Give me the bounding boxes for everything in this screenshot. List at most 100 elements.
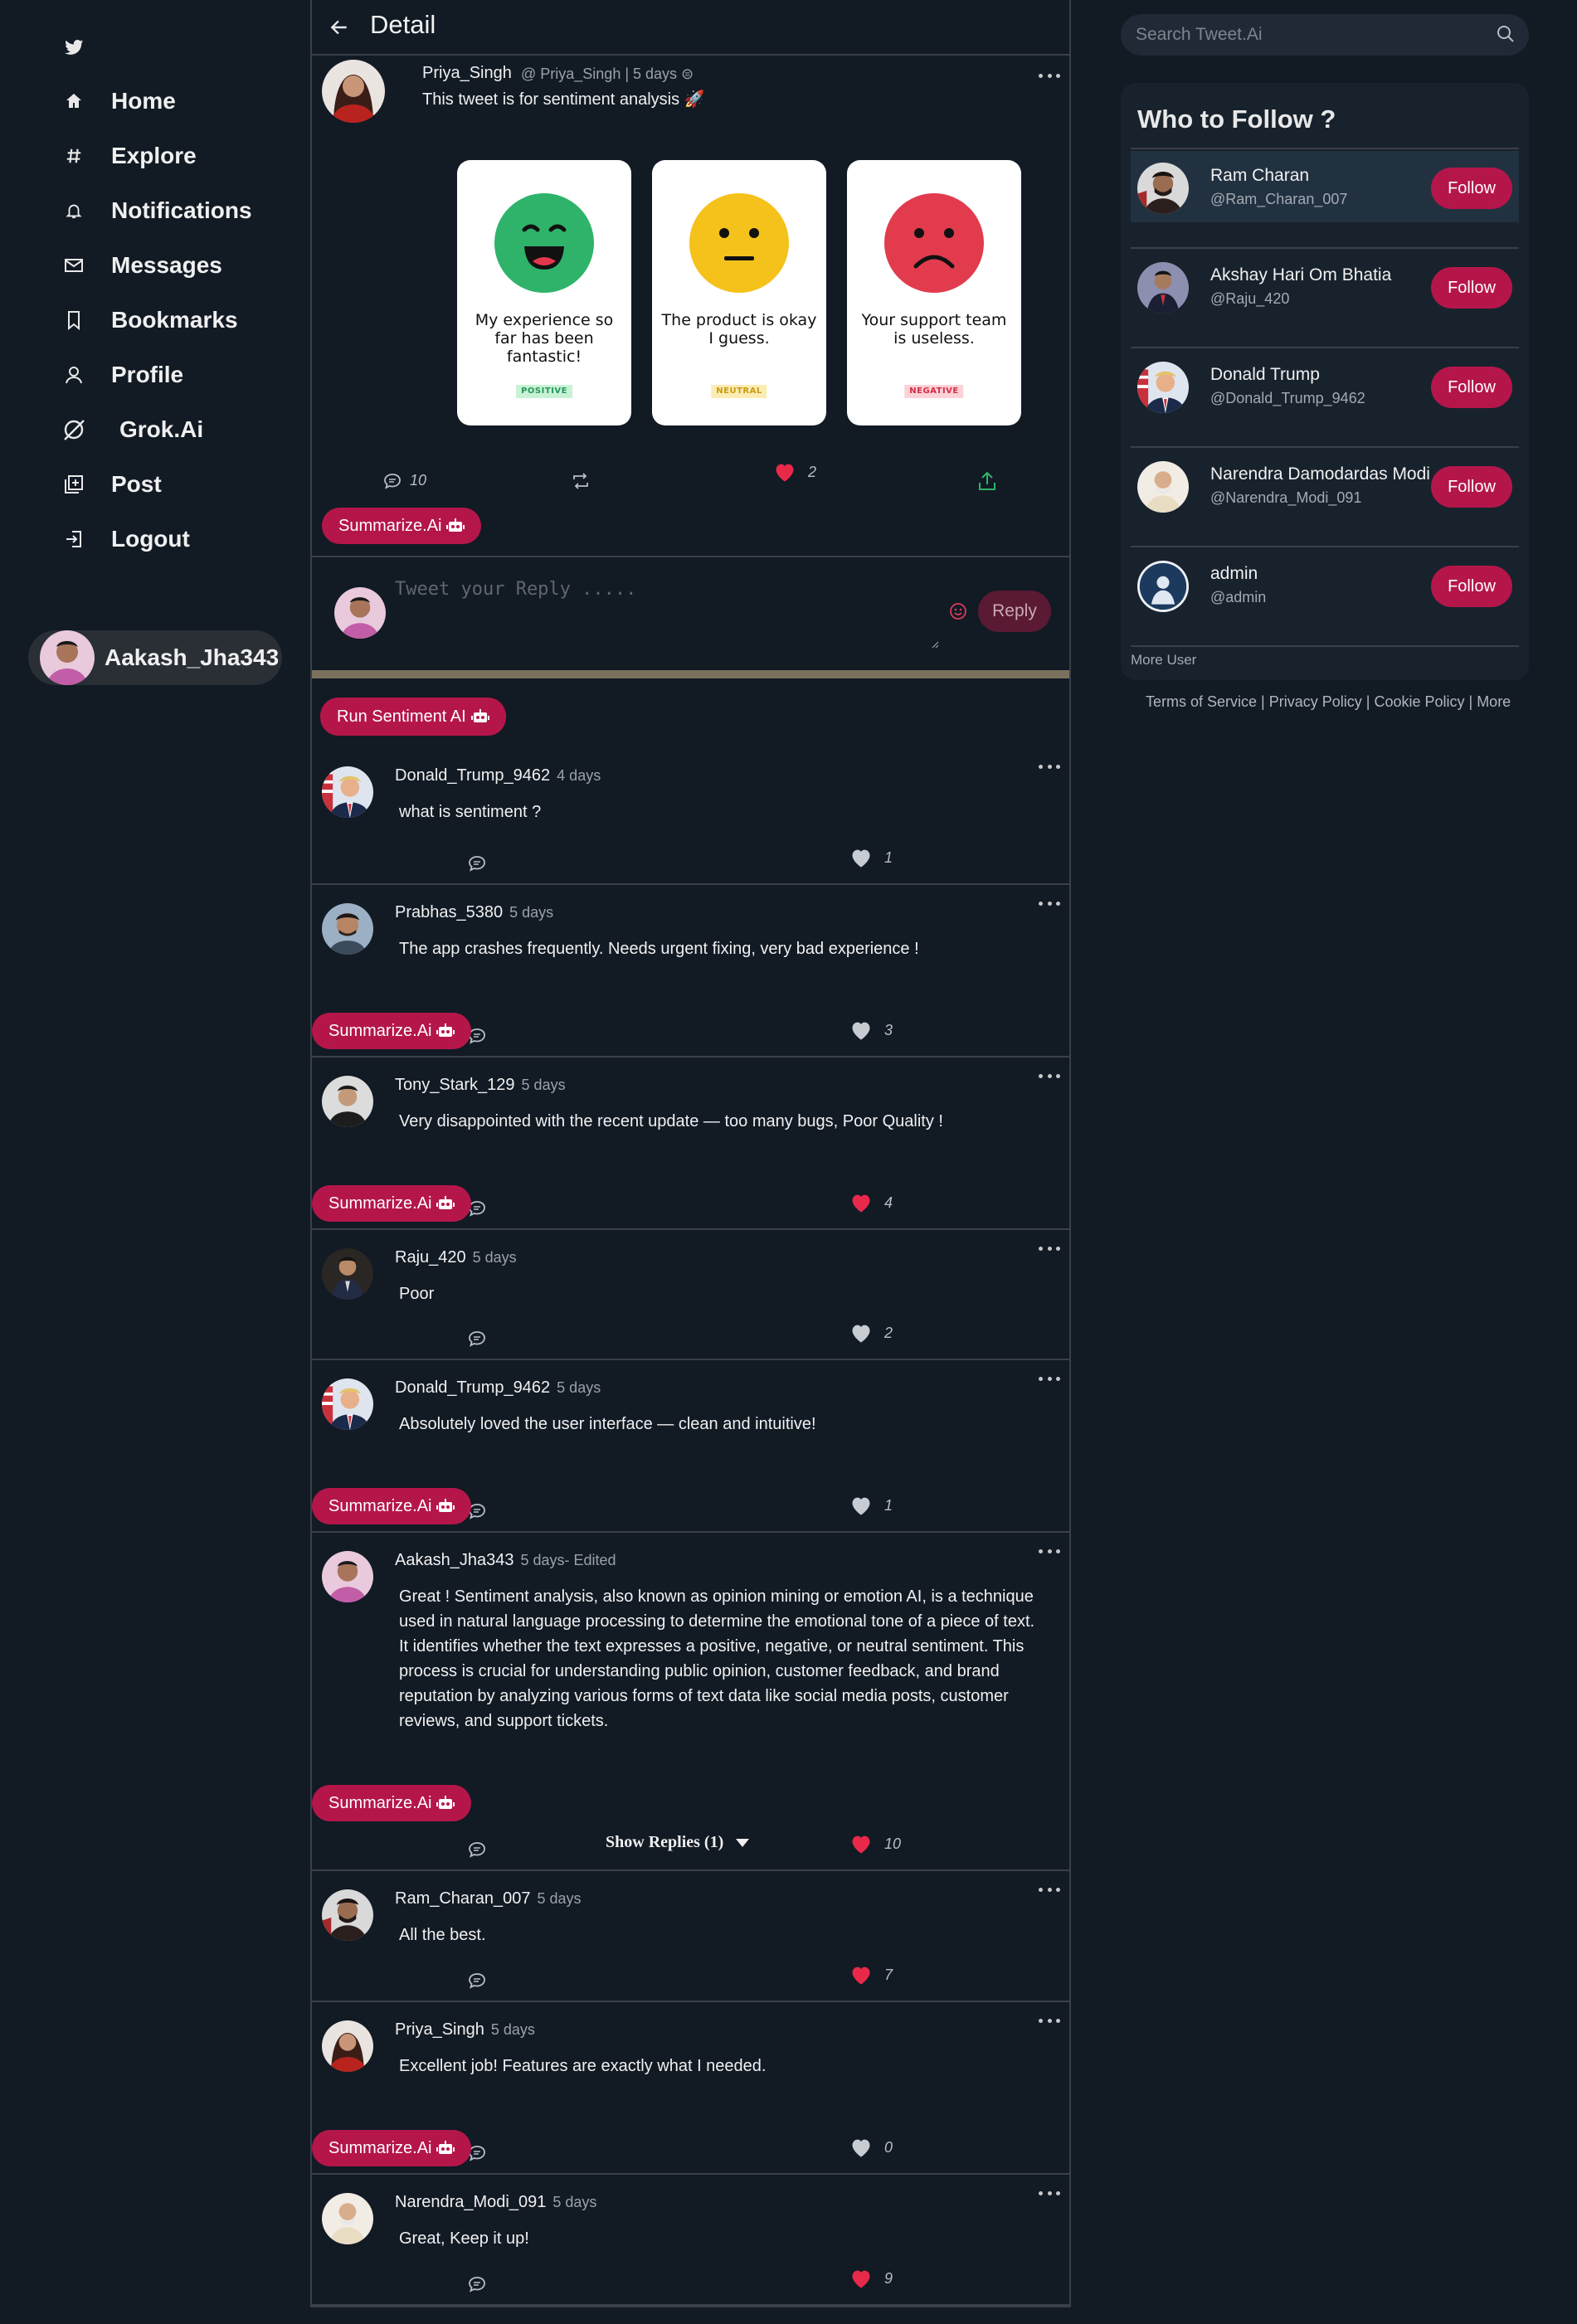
follow-button[interactable]: Follow: [1431, 168, 1512, 209]
share-action[interactable]: [977, 470, 997, 492]
follow-button[interactable]: Follow: [1431, 566, 1512, 607]
comment-author[interactable]: Priya_Singh 5 days: [395, 2020, 535, 2040]
twitter-logo-icon[interactable]: [63, 36, 85, 58]
retweet-action[interactable]: [571, 473, 591, 489]
like-action[interactable]: 2: [849, 1322, 893, 1344]
comment-action[interactable]: 10: [383, 472, 426, 489]
more-options-icon[interactable]: [1039, 2190, 1060, 2196]
follow-button[interactable]: Follow: [1431, 466, 1512, 508]
author-name[interactable]: Priya_Singh: [422, 64, 512, 83]
like-action[interactable]: 10: [849, 1833, 901, 1855]
user-name[interactable]: Akshay Hari Om Bhatia: [1210, 265, 1391, 285]
more-options-icon[interactable]: [1039, 1886, 1060, 1893]
emoji-icon[interactable]: [949, 602, 967, 620]
follow-button[interactable]: Follow: [1431, 267, 1512, 309]
more-options-icon[interactable]: [1039, 1375, 1060, 1382]
like-action[interactable]: 7: [849, 1964, 893, 1986]
terms-link[interactable]: Terms of Service: [1146, 693, 1257, 710]
like-action[interactable]: 2: [773, 461, 816, 483]
avatar[interactable]: [322, 1076, 373, 1127]
reply-button[interactable]: Reply: [978, 591, 1051, 632]
comment-action[interactable]: [468, 2276, 486, 2292]
avatar[interactable]: [322, 903, 373, 955]
nav-home[interactable]: Home: [61, 81, 176, 121]
comment-text: what is sentiment ?: [399, 803, 542, 821]
search-icon[interactable]: [1496, 24, 1516, 44]
avatar[interactable]: [322, 1889, 373, 1941]
user-name[interactable]: Ram Charan: [1210, 166, 1309, 186]
robot-icon: [470, 708, 489, 725]
summarize-ai-button[interactable]: Summarize.Ai: [312, 1185, 472, 1222]
more-user-link[interactable]: More User: [1131, 652, 1196, 669]
search-input[interactable]: [1136, 14, 1484, 56]
comment-author[interactable]: Narendra_Modi_091 5 days: [395, 2193, 596, 2212]
avatar[interactable]: [322, 1378, 373, 1430]
comment-action[interactable]: [468, 855, 486, 872]
avatar[interactable]: [322, 2193, 373, 2244]
resize-handle-icon[interactable]: [931, 640, 939, 649]
back-arrow-icon[interactable]: [329, 17, 350, 38]
like-action[interactable]: 1: [849, 847, 893, 868]
summarize-label: Summarize.Ai: [329, 1496, 432, 1515]
summarize-ai-button[interactable]: Summarize.Ai: [312, 1013, 472, 1049]
user-name[interactable]: admin: [1210, 564, 1258, 584]
follow-suggestion[interactable]: Ram Charan @Ram_Charan_007 Follow: [1131, 148, 1519, 247]
more-options-icon[interactable]: [1039, 1072, 1060, 1079]
avatar[interactable]: [322, 2020, 373, 2072]
summarize-ai-button[interactable]: Summarize.Ai: [312, 1488, 472, 1524]
comment-action[interactable]: [468, 1972, 486, 1989]
comment-author[interactable]: Tony_Stark_129 5 days: [395, 1076, 566, 1095]
avatar: [334, 587, 386, 639]
follow-suggestion[interactable]: Narendra Damodardas Modi @Narendra_Modi_0…: [1131, 446, 1519, 546]
nav-explore[interactable]: Explore: [61, 136, 197, 176]
like-action[interactable]: 9: [849, 2268, 893, 2289]
avatar[interactable]: [322, 1551, 373, 1602]
more-options-icon[interactable]: [1039, 2017, 1060, 2024]
user-name[interactable]: Donald Trump: [1210, 365, 1320, 385]
privacy-link[interactable]: Privacy Policy: [1269, 693, 1362, 710]
comment-author[interactable]: Aakash_Jha343 5 days- Edited: [395, 1551, 616, 1570]
more-link[interactable]: More: [1477, 693, 1511, 710]
like-action[interactable]: 3: [849, 1019, 893, 1041]
like-count: 4: [884, 1194, 893, 1211]
run-sentiment-ai-button[interactable]: Run Sentiment AI: [320, 698, 506, 736]
follow-suggestion[interactable]: Donald Trump @Donald_Trump_9462 Follow: [1131, 347, 1519, 446]
nav-logout[interactable]: Logout: [61, 519, 190, 559]
nav-post[interactable]: Post: [61, 464, 162, 504]
follow-button[interactable]: Follow: [1431, 367, 1512, 408]
nav-messages[interactable]: Messages: [61, 246, 222, 285]
more-options-icon[interactable]: [1039, 1548, 1060, 1554]
like-action[interactable]: 1: [849, 1495, 893, 1516]
more-options-icon[interactable]: [1039, 72, 1060, 79]
comment-author[interactable]: Donald_Trump_9462 4 days: [395, 766, 601, 785]
like-action[interactable]: 0: [849, 2137, 893, 2158]
summarize-ai-button[interactable]: Summarize.Ai: [312, 2130, 472, 2166]
comment-author[interactable]: Raju_420 5 days: [395, 1248, 517, 1267]
more-options-icon[interactable]: [1039, 900, 1060, 907]
follow-suggestion[interactable]: admin @admin Follow: [1131, 546, 1519, 645]
avatar[interactable]: [322, 60, 385, 123]
comment-action[interactable]: [468, 1841, 486, 1858]
avatar[interactable]: [322, 766, 373, 818]
nav-bookmarks[interactable]: Bookmarks: [61, 300, 238, 340]
more-options-icon[interactable]: [1039, 763, 1060, 770]
comment-author[interactable]: Prabhas_5380 5 days: [395, 903, 553, 922]
more-options-icon[interactable]: [1039, 1245, 1060, 1252]
nav-grok[interactable]: Grok.Ai: [61, 410, 203, 450]
user-name[interactable]: Narendra Damodardas Modi: [1210, 464, 1430, 484]
comment-action[interactable]: [468, 1330, 486, 1347]
nav-profile[interactable]: Profile: [61, 355, 183, 395]
summarize-ai-button[interactable]: Summarize.Ai: [322, 508, 482, 544]
show-replies-button[interactable]: Show Replies (1): [606, 1833, 750, 1852]
current-user-chip[interactable]: Aakash_Jha343: [28, 630, 282, 685]
avatar[interactable]: [322, 1248, 373, 1300]
like-action[interactable]: 4: [849, 1192, 893, 1213]
nav-label: Grok.Ai: [119, 416, 204, 442]
follow-suggestion[interactable]: Akshay Hari Om Bhatia @Raju_420 Follow: [1131, 247, 1519, 347]
summarize-ai-button[interactable]: Summarize.Ai: [312, 1785, 472, 1821]
comment-author[interactable]: Donald_Trump_9462 5 days: [395, 1378, 601, 1398]
comment-author[interactable]: Ram_Charan_007 5 days: [395, 1889, 581, 1908]
reply-input[interactable]: [395, 579, 926, 654]
nav-notifications[interactable]: Notifications: [61, 191, 252, 231]
cookie-link[interactable]: Cookie Policy: [1374, 693, 1464, 710]
